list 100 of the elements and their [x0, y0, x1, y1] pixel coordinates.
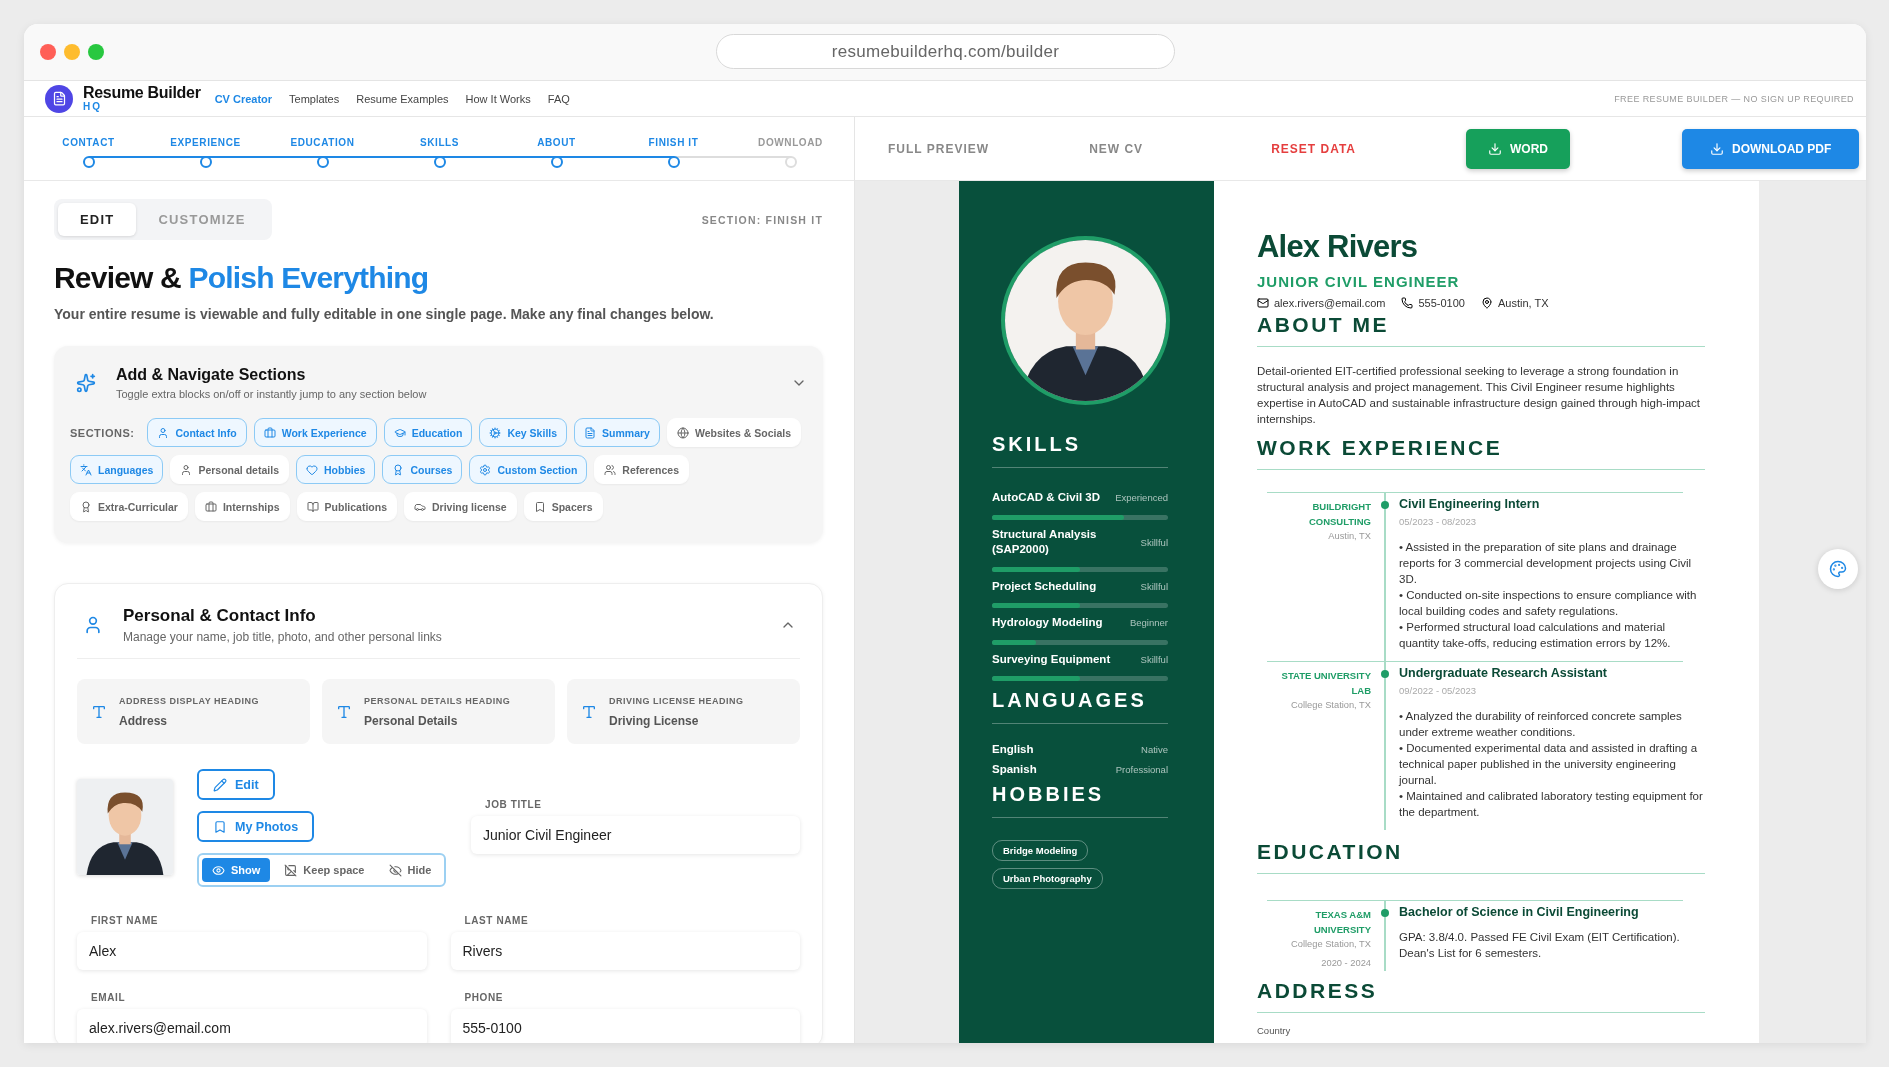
field-label: LAST NAME: [463, 915, 530, 926]
heading-field[interactable]: Driving License: [609, 713, 779, 728]
gear-icon: [489, 426, 502, 439]
heading-field[interactable]: Address: [119, 713, 289, 728]
step-dot[interactable]: [199, 156, 212, 168]
section-chip[interactable]: Spacers: [523, 492, 603, 521]
section-heading: WORK EXPERIENCE: [1257, 436, 1705, 470]
map-pin-icon: [1480, 297, 1493, 309]
maximize-dot[interactable]: [88, 44, 104, 60]
field-label: FIRST NAME: [90, 915, 160, 926]
field-label: PHONE: [463, 992, 505, 1003]
section-chip[interactable]: Hobbies: [296, 455, 376, 484]
word-button[interactable]: WORD: [1466, 128, 1570, 169]
gear-icon: [479, 463, 492, 476]
step-label[interactable]: SKILLS: [419, 137, 460, 148]
section-heading: LANGUAGES: [992, 689, 1148, 714]
minimize-dot[interactable]: [64, 44, 80, 60]
skill-name: Surveying Equipment: [992, 651, 1111, 667]
section-chip[interactable]: Websites & Socials: [666, 418, 802, 447]
job-title-field[interactable]: Junior Civil Engineer: [471, 816, 800, 854]
mode-tab[interactable]: EDIT: [58, 203, 137, 236]
degree-description: GPA: 3.8/4.0. Passed FE Civil Exam (EIT Certification). Dean's List for 6 semesters.: [1399, 930, 1681, 961]
section-heading: HOBBIES: [992, 783, 1106, 808]
section-chip[interactable]: Personal details: [170, 455, 289, 484]
nav-link[interactable]: Resume Examples: [356, 92, 449, 105]
download-icon: [1488, 141, 1502, 156]
section-chip[interactable]: Work Experience: [253, 418, 377, 447]
image-off-icon: [284, 863, 298, 877]
translate-icon: [80, 463, 92, 476]
close-dot[interactable]: [40, 44, 56, 60]
text-field[interactable]: Alex: [77, 932, 427, 970]
bookmark-icon: [213, 819, 227, 834]
nav-link[interactable]: How It Works: [465, 92, 531, 105]
logo-icon: [45, 84, 73, 113]
address-bar[interactable]: resumebuilderhq.com/builder: [716, 34, 1175, 69]
step-label[interactable]: CONTACT: [62, 137, 115, 148]
heading-field[interactable]: Personal Details: [364, 713, 534, 728]
toolbar-link[interactable]: FULL PREVIEW: [888, 141, 990, 156]
mail-icon: [1257, 297, 1269, 309]
section-chip[interactable]: Education: [383, 418, 473, 447]
edit-button[interactable]: Edit: [197, 769, 275, 800]
section-chip[interactable]: Contact Info: [147, 418, 247, 447]
visibility-option[interactable]: Show: [202, 858, 271, 882]
language-level: Professional: [1115, 763, 1168, 775]
section-chip[interactable]: Courses: [382, 455, 463, 484]
language-level: Native: [1141, 744, 1168, 756]
section-chip[interactable]: Driving license: [404, 492, 517, 521]
job-bullet: • Assisted in the preparation of site plans and drainage reports for 3 commercial development projects using Civil 3D.: [1399, 540, 1693, 587]
visibility-option[interactable]: Keep space: [274, 858, 375, 882]
ribbon-icon: [80, 500, 92, 513]
mode-tab[interactable]: CUSTOMIZE: [136, 203, 268, 236]
card-title: Personal & Contact Info: [123, 606, 317, 626]
section-chip[interactable]: Extra-Curricular: [70, 492, 188, 521]
about-text: Detail-oriented EIT-certified professional seeking to leverage a strong foundation in structural analysis and project management. This Civil Engineer resume highlights expertise in AutoCAD and sustainable infrastructure design gained through high-impact internships.: [1257, 364, 1701, 427]
step-label[interactable]: EDUCATION: [290, 137, 355, 148]
school-location: College Station, TX: [1291, 938, 1371, 951]
text-field[interactable]: 555-0100: [450, 1009, 800, 1043]
toolbar-link[interactable]: NEW CV: [1089, 141, 1144, 156]
step-dot[interactable]: [550, 156, 563, 168]
person-icon: [157, 426, 170, 439]
text-field[interactable]: alex.rivers@email.com: [77, 1009, 427, 1043]
field-label: DRIVING LICENSE HEADING: [609, 695, 745, 706]
section-chip[interactable]: Summary: [574, 418, 660, 447]
section-chip[interactable]: Internships: [194, 492, 290, 521]
step-dot[interactable]: [82, 156, 95, 168]
section-heading: SKILLS: [992, 433, 1083, 457]
section-chip[interactable]: Languages: [70, 455, 164, 484]
section-chip[interactable]: References: [594, 455, 689, 484]
contact-item: 555-0100: [1418, 297, 1465, 309]
section-chip[interactable]: Publications: [296, 492, 397, 521]
job-bullet: • Analyzed the durability of reinforced concrete samples under extreme weather conditions.: [1399, 709, 1683, 740]
toolbar-link[interactable]: RESET DATA: [1271, 141, 1356, 156]
step-label[interactable]: DOWNLOAD: [758, 137, 823, 148]
visibility-option[interactable]: Hide: [378, 858, 442, 882]
nav-link[interactable]: FAQ: [547, 92, 570, 105]
section-chip[interactable]: Custom Section: [469, 455, 588, 484]
card-title: Add & Navigate Sections: [116, 366, 307, 384]
page-subtitle: Your entire resume is viewable and fully editable in one single page. Make any final changes below.: [54, 306, 715, 322]
nav-link[interactable]: CV Creator: [214, 92, 273, 105]
step-label[interactable]: ABOUT: [537, 137, 576, 148]
section-chip[interactable]: Key Skills: [479, 418, 568, 447]
download-pdf-button[interactable]: DOWNLOAD PDF: [1682, 128, 1860, 169]
step-dot[interactable]: [316, 156, 329, 168]
step-label[interactable]: FINISH IT: [648, 137, 699, 148]
text-field[interactable]: Rivers: [450, 932, 800, 970]
step-label[interactable]: EXPERIENCE: [170, 137, 241, 148]
company-name: BUILDRIGHT CONSULTING: [1307, 500, 1371, 529]
nav-link[interactable]: Templates: [289, 92, 340, 105]
graduation-cap-icon: [393, 426, 406, 439]
resume-name: Alex Rivers: [1257, 229, 1419, 265]
skill-name: Structural Analysis (SAP2000): [992, 526, 1098, 558]
card-subtitle: Manage your name, job title, photo, and other personal links: [123, 630, 443, 644]
my-photos-button[interactable]: My Photos: [197, 811, 315, 842]
book-icon: [306, 500, 319, 513]
page-title: Review & Polish Everything: [54, 260, 430, 296]
step-dot[interactable]: [667, 156, 680, 168]
job-dates: 09/2022 - 05/2023: [1399, 685, 1478, 696]
school-name: TEXAS A&M UNIVERSITY: [1313, 908, 1371, 937]
step-dot[interactable]: [433, 156, 446, 168]
skill-name: Hydrology Modeling: [992, 615, 1103, 631]
